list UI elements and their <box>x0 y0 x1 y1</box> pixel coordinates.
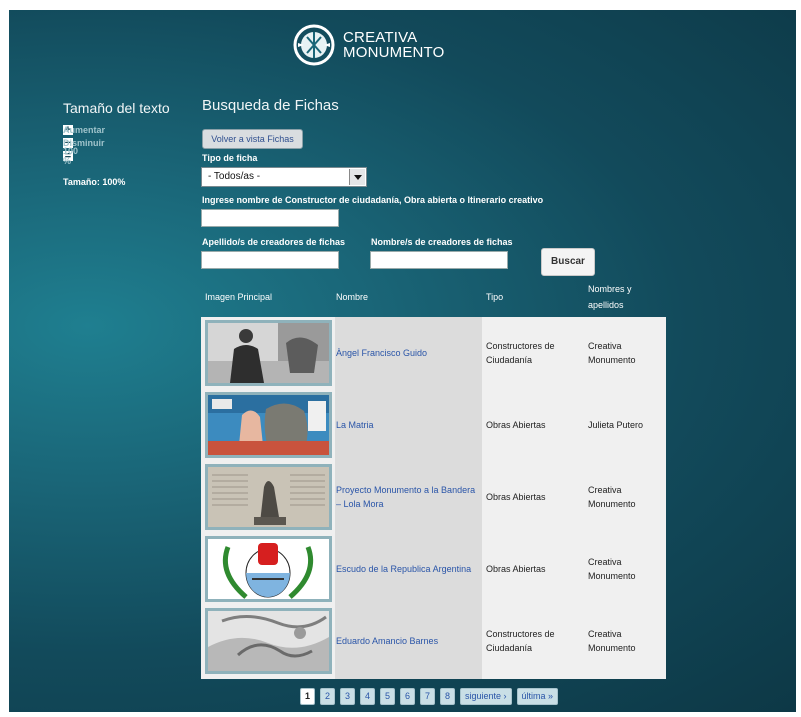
nombre-label: Nombre/s de creadores de fichas <box>371 237 513 247</box>
next-page-link[interactable]: siguiente › <box>460 688 512 705</box>
reset-text-button[interactable]: = 100 % <box>63 146 78 166</box>
row-type: Obras Abiertas <box>486 492 546 502</box>
row-thumbnail[interactable] <box>205 608 332 674</box>
brand-line-1: CREATIVA <box>343 29 418 46</box>
photo-icon <box>208 467 329 527</box>
photo-icon <box>208 539 329 599</box>
logo-icon <box>293 24 335 66</box>
table-row: Àngel Francisco Guido Constructores de C… <box>201 317 666 389</box>
row-authors: Julieta Putero <box>588 420 644 430</box>
tipo-select-value: - Todos/as - <box>208 171 261 182</box>
apellido-label: Apellido/s de creadores de fichas <box>202 237 346 247</box>
row-thumbnail[interactable] <box>205 320 332 386</box>
row-name-link[interactable]: Eduardo Amancio Barnes <box>336 605 476 677</box>
table-row: Proyecto Monumento a la Bandera – Lola M… <box>201 461 666 533</box>
row-authors: Creativa Monumento <box>588 341 636 365</box>
page-link[interactable]: 7 <box>420 688 435 705</box>
pagination: 1 2 3 4 5 6 7 8 siguiente › última » <box>300 688 559 705</box>
page-link[interactable]: 2 <box>320 688 335 705</box>
increase-text-button[interactable]: + Aumentar <box>63 125 105 136</box>
page-link-current[interactable]: 1 <box>300 688 315 705</box>
back-to-fichas-button[interactable]: Volver a vista Fichas <box>202 129 303 149</box>
row-type: Constructores de Ciudadanía <box>486 629 555 653</box>
header-authors-line2: apellidos <box>588 300 624 310</box>
page-link[interactable]: 4 <box>360 688 375 705</box>
table-row: Eduardo Amancio Barnes Constructores de … <box>201 605 666 677</box>
row-type: Obras Abiertas <box>486 564 546 574</box>
row-name-link[interactable]: La Matria <box>336 389 476 461</box>
row-type: Obras Abiertas <box>486 420 546 430</box>
brand-logo[interactable]: CREATIVA MONUMENTO <box>292 22 445 68</box>
header-type: Tipo <box>486 292 504 302</box>
row-authors: Creativa Monumento <box>588 557 636 581</box>
photo-icon <box>208 323 329 383</box>
tipo-label: Tipo de ficha <box>202 153 258 163</box>
table-row: Escudo de la Republica Argentina Obras A… <box>201 533 666 605</box>
brand-line-2: MONUMENTO <box>343 44 445 61</box>
row-thumbnail[interactable] <box>205 464 332 530</box>
table-row: La Matria Obras Abiertas Julieta Putero <box>201 389 666 461</box>
nombre-input[interactable] <box>370 251 508 269</box>
tipo-select[interactable]: - Todos/as - <box>201 167 367 187</box>
row-authors: Creativa Monumento <box>588 485 636 509</box>
header-image: Imagen Principal <box>205 292 273 302</box>
row-name-link[interactable]: Àngel Francisco Guido <box>336 317 476 389</box>
page-title: Busqueda de Fichas <box>202 97 339 114</box>
last-page-link[interactable]: última » <box>516 688 559 705</box>
search-button[interactable]: Buscar <box>541 248 595 276</box>
header-name: Nombre <box>336 292 369 302</box>
text-size-title: Tamaño del texto <box>63 100 170 116</box>
row-name-link[interactable]: Proyecto Monumento a la Bandera – Lola M… <box>336 461 476 533</box>
reset-text-label: 100 % <box>63 146 79 166</box>
page-link[interactable]: 3 <box>340 688 355 705</box>
apellido-input[interactable] <box>201 251 339 269</box>
row-type: Constructores de Ciudadanía <box>486 341 555 365</box>
name-search-label: Ingrese nombre de Constructor de ciudada… <box>202 195 544 205</box>
dropdown-arrow-icon <box>349 169 365 185</box>
name-search-input[interactable] <box>201 209 339 227</box>
photo-icon <box>208 611 329 671</box>
row-thumbnail[interactable] <box>205 392 332 458</box>
page-link[interactable]: 6 <box>400 688 415 705</box>
page-link[interactable]: 8 <box>440 688 455 705</box>
row-thumbnail[interactable] <box>205 536 332 602</box>
page-link[interactable]: 5 <box>380 688 395 705</box>
row-name-link[interactable]: Escudo de la Republica Argentina <box>336 533 476 605</box>
row-authors: Creativa Monumento <box>588 629 636 653</box>
results-table: Àngel Francisco Guido Constructores de C… <box>201 317 666 679</box>
current-text-size: Tamaño: 100% <box>63 177 126 187</box>
header-authors-line1: Nombres y <box>588 284 632 294</box>
brand-name: CREATIVA MONUMENTO <box>343 30 445 60</box>
photo-icon <box>208 395 329 455</box>
increase-text-label: Aumentar <box>63 125 106 135</box>
page-frame: CREATIVA MONUMENTO Tamaño del texto + Au… <box>9 10 796 712</box>
